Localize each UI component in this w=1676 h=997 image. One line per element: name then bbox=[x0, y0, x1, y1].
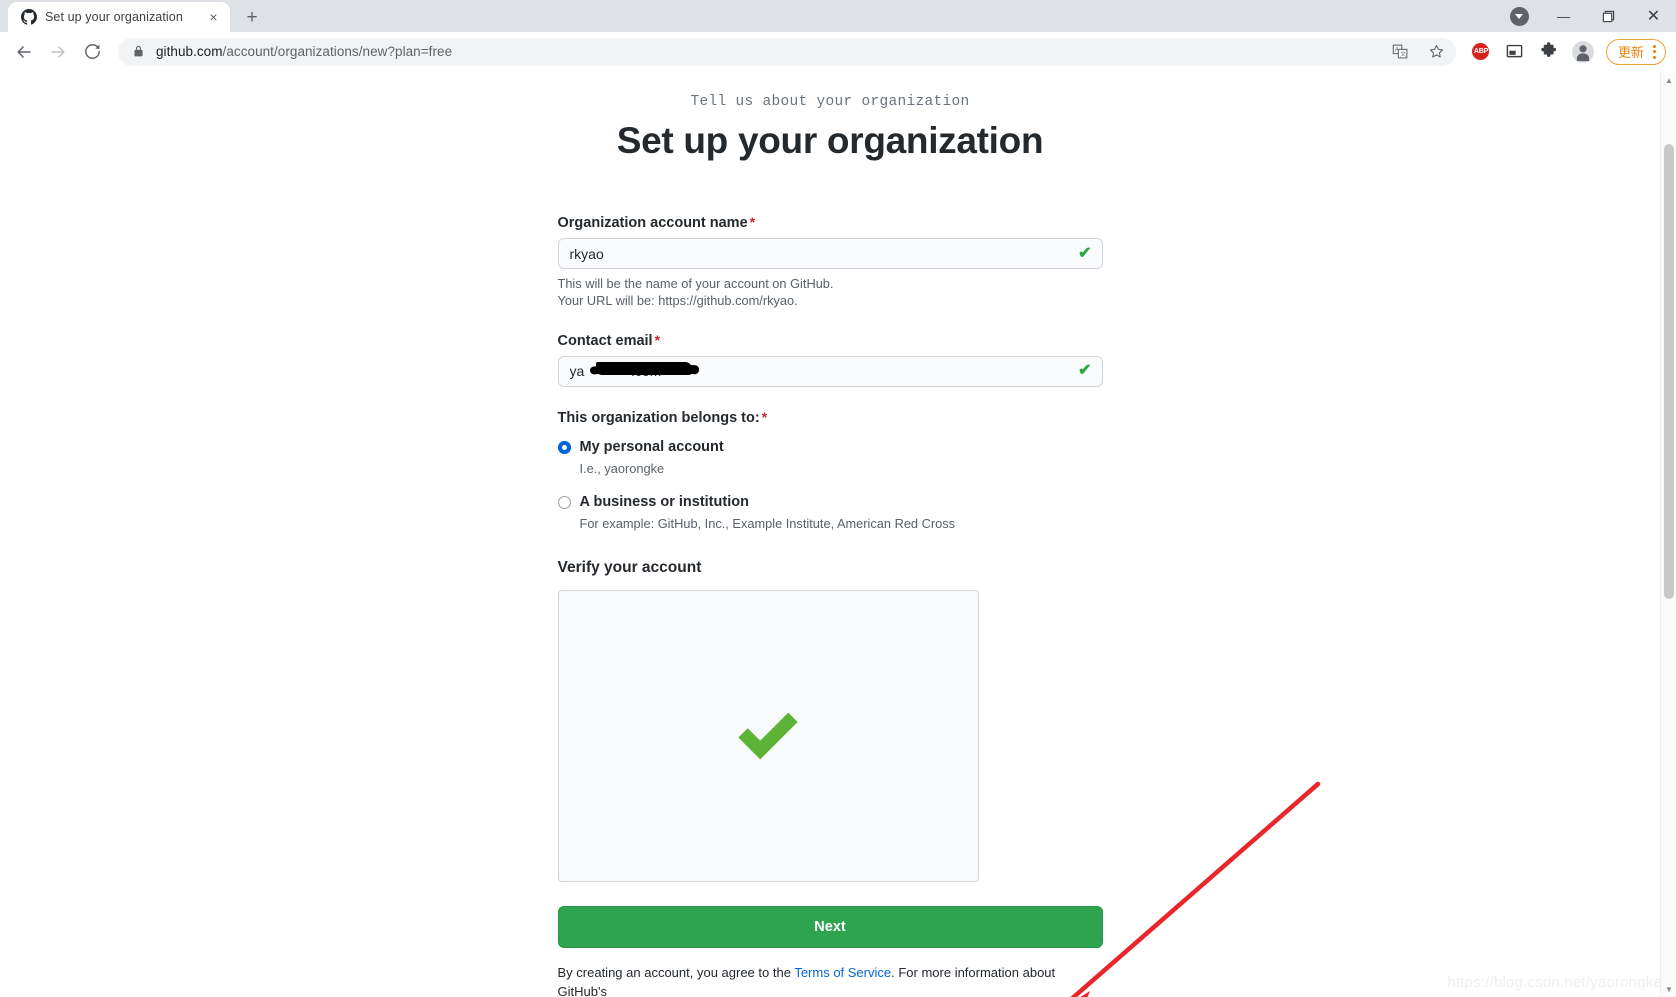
watermark: https://blog.csdn.net/yaorongke bbox=[1447, 974, 1662, 991]
github-icon bbox=[20, 9, 37, 26]
contact-email-field-group: Contact email* ✔ bbox=[557, 332, 1103, 387]
translate-icon[interactable]: A 文 bbox=[1388, 39, 1414, 65]
browser-tab[interactable]: Set up your organization × bbox=[8, 2, 230, 32]
next-button[interactable]: Next bbox=[557, 905, 1103, 948]
adblock-plus-icon[interactable]: ABP bbox=[1466, 37, 1496, 67]
terms-of-service-link[interactable]: Terms of Service bbox=[794, 965, 891, 980]
org-name-input[interactable] bbox=[557, 238, 1103, 269]
minimize-button[interactable]: — bbox=[1541, 0, 1586, 32]
close-icon[interactable]: × bbox=[205, 9, 222, 26]
back-button[interactable] bbox=[8, 36, 40, 68]
tab-title: Set up your organization bbox=[45, 10, 183, 24]
url-path: /account/organizations/new?plan=free bbox=[222, 44, 453, 59]
update-label: 更新 bbox=[1617, 45, 1644, 60]
scrollbar-thumb[interactable] bbox=[1664, 144, 1674, 599]
reload-button[interactable] bbox=[76, 36, 108, 68]
new-tab-button[interactable]: + bbox=[238, 3, 266, 31]
required-asterisk: * bbox=[654, 331, 661, 348]
browser-chrome: Set up your organization × + — ✕ github.… bbox=[0, 0, 1676, 72]
belongs-to-label-text: This organization belongs to: bbox=[557, 409, 760, 426]
required-asterisk: * bbox=[761, 408, 768, 425]
terms-before-text: By creating an account, you agree to the bbox=[557, 964, 795, 980]
svg-text:文: 文 bbox=[1401, 50, 1407, 58]
belongs-to-group: This organization belongs to: * My person… bbox=[557, 409, 1103, 533]
org-name-input-row: ✔ bbox=[557, 238, 1103, 269]
lock-icon bbox=[132, 45, 146, 58]
radio-personal-subtitle: I.e., yaorongke bbox=[579, 461, 665, 477]
url-text: github.com/account/organizations/new?pla… bbox=[156, 44, 1378, 59]
contact-email-input[interactable] bbox=[557, 355, 1103, 387]
page-header: Tell us about your organization Set up y… bbox=[0, 72, 1660, 162]
org-name-field-group: Organization account name* ✔ This will b… bbox=[557, 214, 1103, 310]
maximize-button[interactable] bbox=[1586, 0, 1631, 32]
terms-footer: By creating an account, you agree to the… bbox=[558, 964, 1103, 997]
org-name-help-1: This will be the name of your account on… bbox=[557, 276, 834, 291]
abp-badge-label: ABP bbox=[1472, 43, 1490, 60]
radio-business-input[interactable] bbox=[557, 495, 571, 509]
radio-option-business[interactable]: A business or institution For example: G… bbox=[557, 493, 1103, 533]
captcha-widget[interactable] bbox=[557, 589, 979, 882]
extensions-puzzle-icon[interactable] bbox=[1534, 37, 1564, 67]
contact-email-label-text: Contact email bbox=[557, 332, 653, 349]
window-controls: — ✕ bbox=[1505, 0, 1676, 32]
page-title: Set up your organization bbox=[616, 120, 1044, 161]
collapse-arrow-icon[interactable] bbox=[1505, 2, 1533, 30]
avatar bbox=[1571, 40, 1594, 63]
verify-section-title: Verify your account bbox=[557, 558, 702, 576]
radio-business-text: A business or institution For example: G… bbox=[580, 493, 956, 533]
page-eyebrow: Tell us about your organization bbox=[690, 94, 970, 110]
browser-toolbar: github.com/account/organizations/new?pla… bbox=[0, 32, 1676, 72]
contact-email-input-row: ✔ bbox=[557, 355, 1103, 387]
org-name-label-text: Organization account name bbox=[557, 215, 748, 231]
kebab-menu-icon[interactable] bbox=[1648, 44, 1661, 59]
radio-personal-text: My personal account I.e., yaorongke bbox=[580, 438, 724, 478]
radio-personal-title: My personal account bbox=[579, 438, 724, 455]
close-window-button[interactable]: ✕ bbox=[1631, 0, 1676, 32]
page-scrollbar[interactable]: ▲ ▼ bbox=[1660, 72, 1676, 997]
cast-icon[interactable] bbox=[1500, 37, 1530, 67]
update-button[interactable]: 更新 bbox=[1605, 38, 1666, 65]
radio-business-title: A business or institution bbox=[579, 493, 749, 510]
star-icon[interactable] bbox=[1424, 39, 1450, 65]
address-bar[interactable]: github.com/account/organizations/new?pla… bbox=[118, 37, 1456, 66]
page-viewport: Tell us about your organization Set up y… bbox=[0, 72, 1676, 997]
radio-option-personal[interactable]: My personal account I.e., yaorongke bbox=[557, 438, 1103, 478]
radio-business-subtitle: For example: GitHub, Inc., Example Insti… bbox=[579, 516, 956, 532]
profile-avatar[interactable] bbox=[1568, 37, 1598, 67]
contact-email-label: Contact email * bbox=[558, 332, 1103, 349]
belongs-to-label: This organization belongs to: * bbox=[558, 409, 1103, 426]
org-name-label: Organization account name * bbox=[558, 214, 1103, 231]
github-org-setup-page: Tell us about your organization Set up y… bbox=[0, 72, 1660, 997]
captcha-verified-check-icon bbox=[738, 712, 798, 760]
org-setup-form: Organization account name* ✔ This will b… bbox=[557, 214, 1103, 997]
scroll-down-arrow-icon[interactable]: ▼ bbox=[1661, 981, 1676, 997]
org-name-help-2: Your URL will be: https://github.com/rky… bbox=[557, 293, 798, 309]
required-asterisk: * bbox=[749, 214, 756, 230]
tab-strip: Set up your organization × + — ✕ bbox=[0, 0, 1676, 32]
scroll-up-arrow-icon[interactable]: ▲ bbox=[1661, 72, 1676, 88]
url-host: github.com bbox=[156, 44, 223, 59]
forward-button[interactable] bbox=[42, 36, 74, 68]
radio-personal-input[interactable] bbox=[557, 440, 571, 454]
